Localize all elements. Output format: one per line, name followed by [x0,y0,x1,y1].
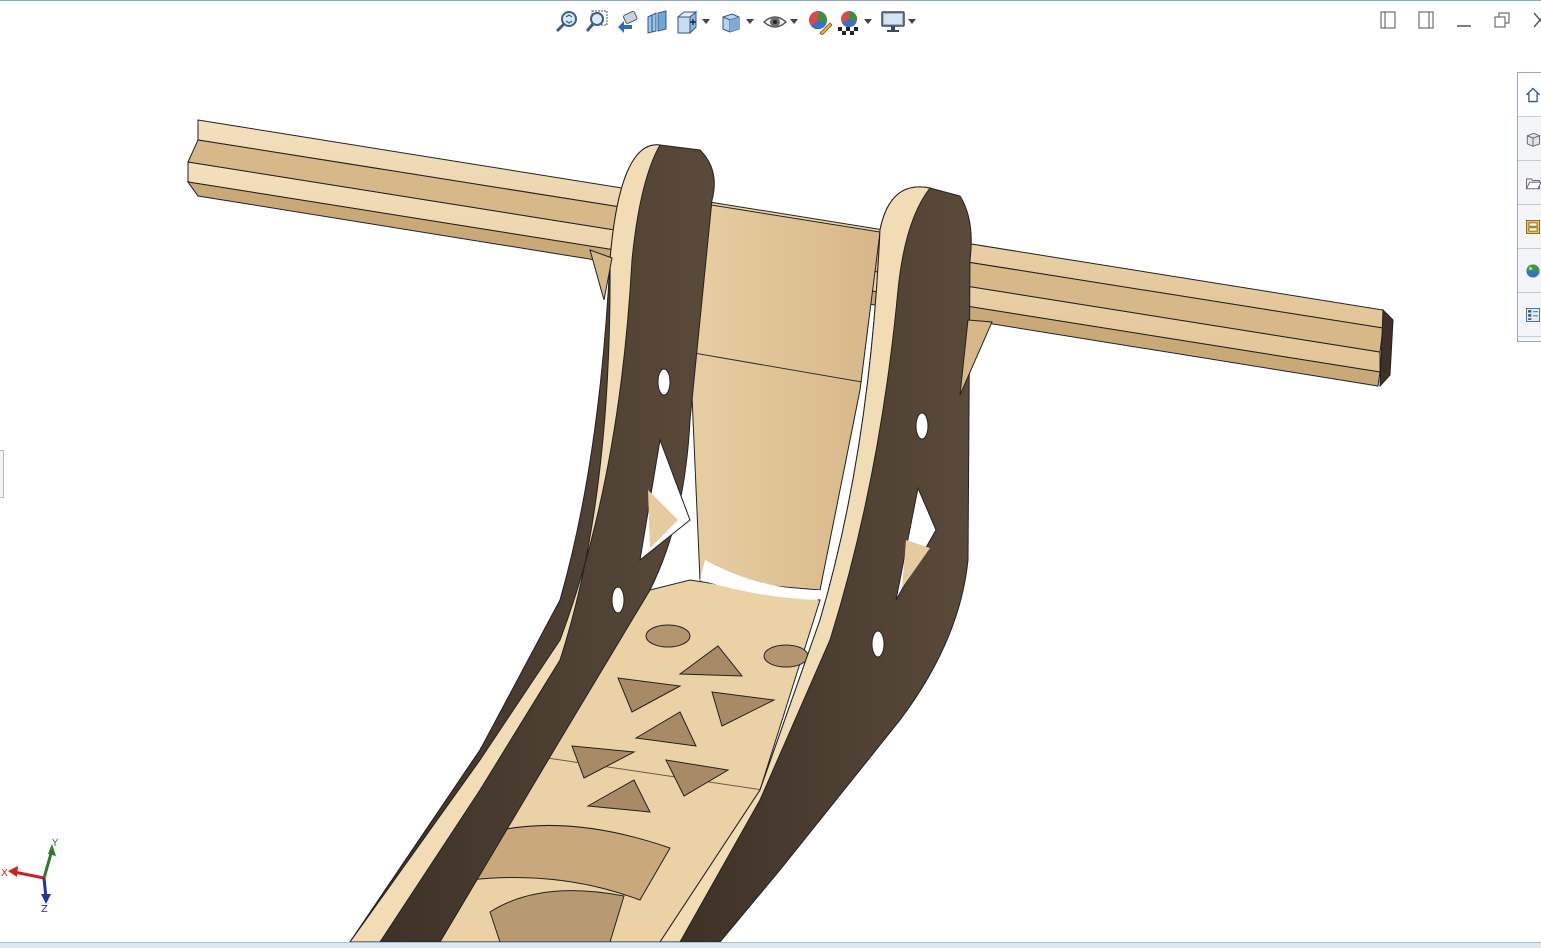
tile-right-button[interactable] [1414,8,1438,32]
display-style-icon [722,13,740,33]
tile-left-icon [1380,11,1396,29]
hide-show-items-dropdown[interactable] [790,7,798,37]
restore-icon [1494,12,1510,28]
view-settings-button[interactable] [878,7,908,37]
custom-properties-icon [1526,307,1540,322]
tab-appearances-scenes[interactable] [1518,249,1541,293]
tab-view-palette[interactable] [1518,205,1541,249]
tab-file-explorer[interactable] [1518,161,1541,205]
zoom-to-fit-icon [555,11,577,33]
section-view-button[interactable] [642,7,672,37]
appearances-icon [1526,263,1540,278]
hide-show-items-icon [762,16,788,28]
zoom-to-area-button[interactable] [582,7,612,37]
chevron-down-icon [746,19,754,24]
section-view-icon [647,10,667,34]
zoom-to-fit-button[interactable] [552,7,582,37]
tile-right-icon [1418,11,1434,29]
status-bar-edge [0,942,1541,948]
design-library-icon [1526,132,1540,147]
display-style-button[interactable] [716,7,746,37]
display-style-dropdown[interactable] [746,7,754,37]
triad-x-label: X [1,868,8,879]
chevron-down-icon [864,19,872,24]
chevron-down-icon [908,19,916,24]
close-button[interactable] [1528,8,1541,32]
view-settings-dropdown[interactable] [908,7,916,37]
window-controls [1376,8,1541,32]
task-pane-tabs [1517,72,1541,342]
triad-y-label: Y [51,838,59,849]
tab-custom-properties[interactable] [1518,293,1541,337]
apply-scene-dropdown[interactable] [864,7,872,37]
minimize-button[interactable] [1452,8,1476,32]
triad-z-label: Z [41,904,48,915]
view-orientation-button[interactable] [672,7,702,37]
tab-solidworks-resources[interactable] [1518,73,1541,117]
apply-scene-icon [838,10,858,35]
chevron-down-icon [702,19,710,24]
view-orientation-icon [676,10,698,35]
tile-left-button[interactable] [1376,8,1400,32]
zoom-to-area-icon [585,10,608,32]
graphics-area[interactable] [0,40,1510,942]
chevron-down-icon [790,19,798,24]
reference-triad: Y X Z [1,838,59,915]
apply-scene-button[interactable] [834,7,864,37]
close-icon [1533,12,1541,28]
file-explorer-icon [1525,178,1541,189]
edit-appearance-button[interactable] [804,7,834,37]
view-orientation-dropdown[interactable] [702,7,710,37]
hide-show-items-button[interactable] [760,7,790,37]
previous-view-icon [618,10,638,33]
window-top-border [0,0,1541,1]
restore-button[interactable] [1490,8,1514,32]
edit-appearance-icon [809,10,832,35]
heads-up-view-toolbar [552,6,922,38]
previous-view-button[interactable] [612,7,642,37]
view-palette-icon [1526,219,1540,234]
tab-design-library[interactable] [1518,117,1541,161]
minimize-icon [1457,25,1471,27]
view-settings-icon [881,11,905,32]
home-icon [1525,87,1541,102]
